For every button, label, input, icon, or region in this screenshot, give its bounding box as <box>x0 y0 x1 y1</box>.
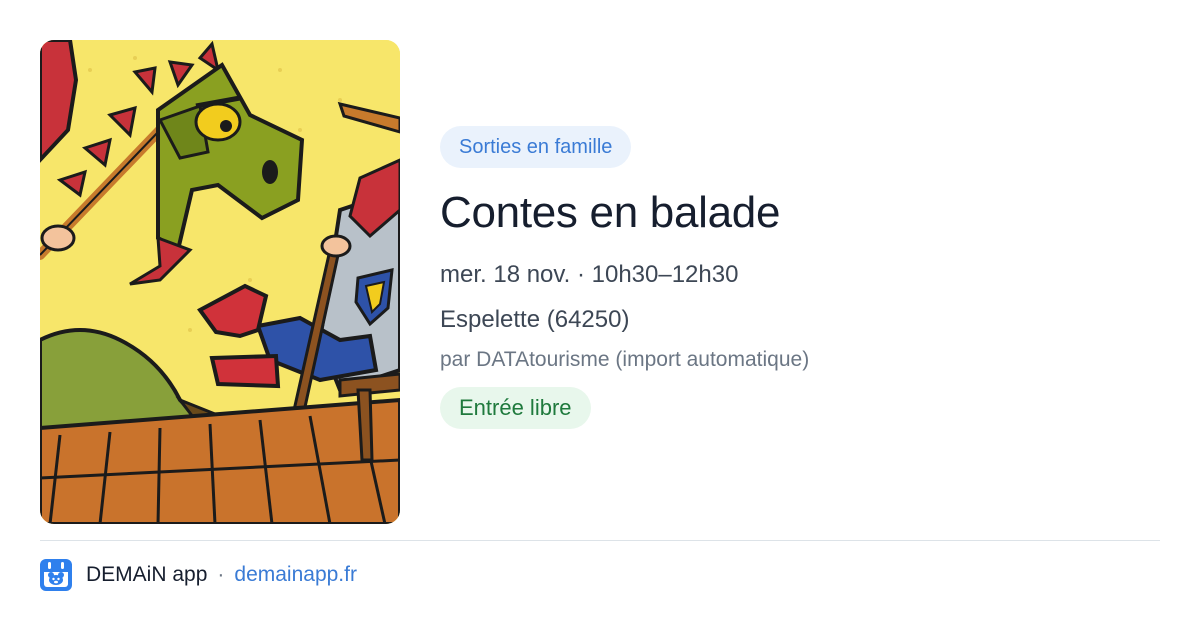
category-badge[interactable]: Sorties en famille <box>440 126 632 168</box>
event-info: Sorties en famille Contes en balade mer.… <box>440 126 1160 429</box>
app-name: DEMAiN app <box>86 563 208 586</box>
event-title[interactable]: Contes en balade <box>440 186 1160 240</box>
footer-divider <box>40 540 1160 541</box>
footer: DEMAiN app · demainapp.fr <box>40 558 357 592</box>
event-source: par DATAtourisme (import automatique) <box>440 348 810 371</box>
calendar-bear-icon[interactable] <box>40 559 72 591</box>
event-location: Espelette (64250) <box>440 306 630 333</box>
footer-separator: · <box>217 563 225 586</box>
event-card[interactable]: Sorties en famille Contes en balade mer.… <box>0 0 1200 630</box>
dragon-knight-illustration <box>40 40 400 524</box>
price-badge: Entrée libre <box>440 387 591 429</box>
event-image[interactable] <box>40 40 400 524</box>
app-website-link[interactable]: demainapp.fr <box>234 563 357 587</box>
event-datetime: mer. 18 nov. · 10h30–12h30 <box>440 261 739 288</box>
